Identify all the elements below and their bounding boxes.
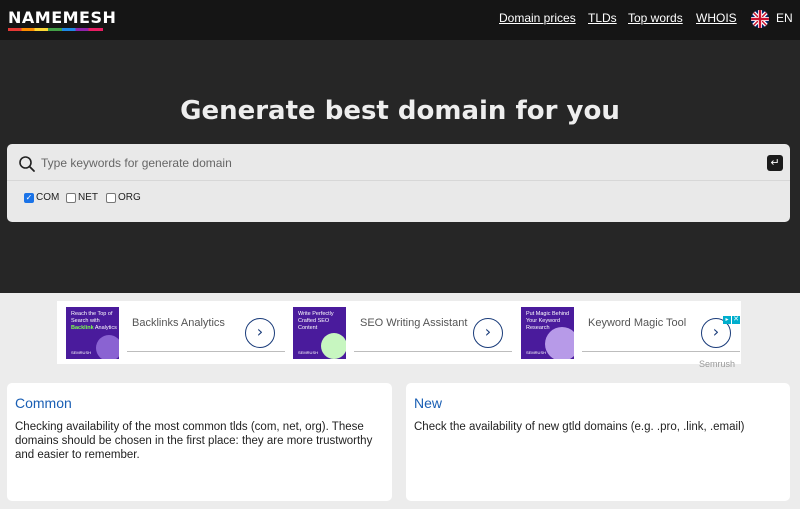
nav-domain-prices[interactable]: Domain prices [499, 11, 576, 25]
common-tld-card[interactable]: Common Checking availability of the most… [7, 383, 392, 501]
ad-underline [582, 351, 740, 352]
ad-brand[interactable]: Semrush [699, 359, 735, 369]
close-icon[interactable]: ✕ [732, 316, 740, 324]
language-selector[interactable]: EN [776, 11, 793, 25]
checkbox-icon[interactable] [106, 192, 116, 203]
enter-icon[interactable]: ↵ [767, 155, 783, 171]
ad-image-logo: SEMRUSH [298, 350, 319, 355]
ad-image[interactable]: Write Perfectly Crafted SEO Content SEMR… [293, 307, 346, 359]
ad-strip: Reach the Top of Search with Backlink An… [0, 293, 800, 373]
ad-image-text: Reach the Top of Search with Backlink An… [71, 311, 117, 331]
uk-flag-icon[interactable] [751, 10, 769, 28]
ad-decoration [321, 333, 346, 359]
ad-title[interactable]: Backlinks Analytics [132, 317, 225, 329]
ad-image-logo: SEMRUSH [526, 350, 547, 355]
adchoices-icon[interactable]: ▸ [723, 316, 731, 324]
search-icon [18, 155, 36, 173]
ad-underline [354, 351, 512, 352]
tld-com-option[interactable]: ✓ COM [24, 192, 59, 203]
nav-whois[interactable]: WHOIS [696, 11, 737, 25]
chevron-right-icon[interactable]: › [473, 318, 503, 348]
nav-top-words[interactable]: Top words [628, 11, 683, 25]
ad-title[interactable]: SEO Writing Assistant [360, 317, 467, 329]
top-navigation-bar: NAMEMESH Domain prices TLDs Top words WH… [0, 0, 800, 40]
new-tld-card[interactable]: New Check the availability of new gtld d… [406, 383, 790, 501]
ad-image-text: Write Perfectly Crafted SEO Content [298, 311, 334, 331]
search-divider [7, 180, 790, 181]
tld-net-option[interactable]: NET [66, 192, 98, 203]
tld-label: NET [78, 192, 98, 203]
ad-image-logo: SEMRUSH [71, 350, 92, 355]
ad-image[interactable]: Reach the Top of Search with Backlink An… [66, 307, 119, 359]
domain-keyword-input[interactable] [41, 152, 751, 174]
card-title[interactable]: New [414, 395, 442, 411]
ad-title[interactable]: Keyword Magic Tool [588, 317, 686, 329]
tld-label: ORG [118, 192, 141, 203]
ad-underline [127, 351, 285, 352]
ad-banner[interactable]: Reach the Top of Search with Backlink An… [57, 301, 741, 364]
ad-image[interactable]: Put Magic Behind Your Keyword Research S… [521, 307, 574, 359]
tld-label: COM [36, 192, 60, 203]
tld-org-option[interactable]: ORG [106, 192, 141, 203]
card-description: Checking availability of the most common… [15, 421, 373, 461]
nav-tlds[interactable]: TLDs [588, 11, 617, 25]
logo-color-stripe [8, 28, 103, 31]
site-logo[interactable]: NAMEMESH [8, 8, 116, 27]
checkbox-checked-icon[interactable]: ✓ [24, 192, 34, 203]
chevron-right-icon[interactable]: › [245, 318, 275, 348]
ad-decoration [96, 335, 119, 359]
card-title[interactable]: Common [15, 395, 72, 411]
page-title: Generate best domain for you [180, 96, 620, 126]
card-description: Check the availability of new gtld domai… [414, 421, 745, 433]
checkbox-icon[interactable] [66, 192, 76, 203]
search-panel: ↵ ✓ COM NET ORG [7, 144, 790, 222]
ad-image-text: Put Magic Behind Your Keyword Research [526, 311, 570, 331]
